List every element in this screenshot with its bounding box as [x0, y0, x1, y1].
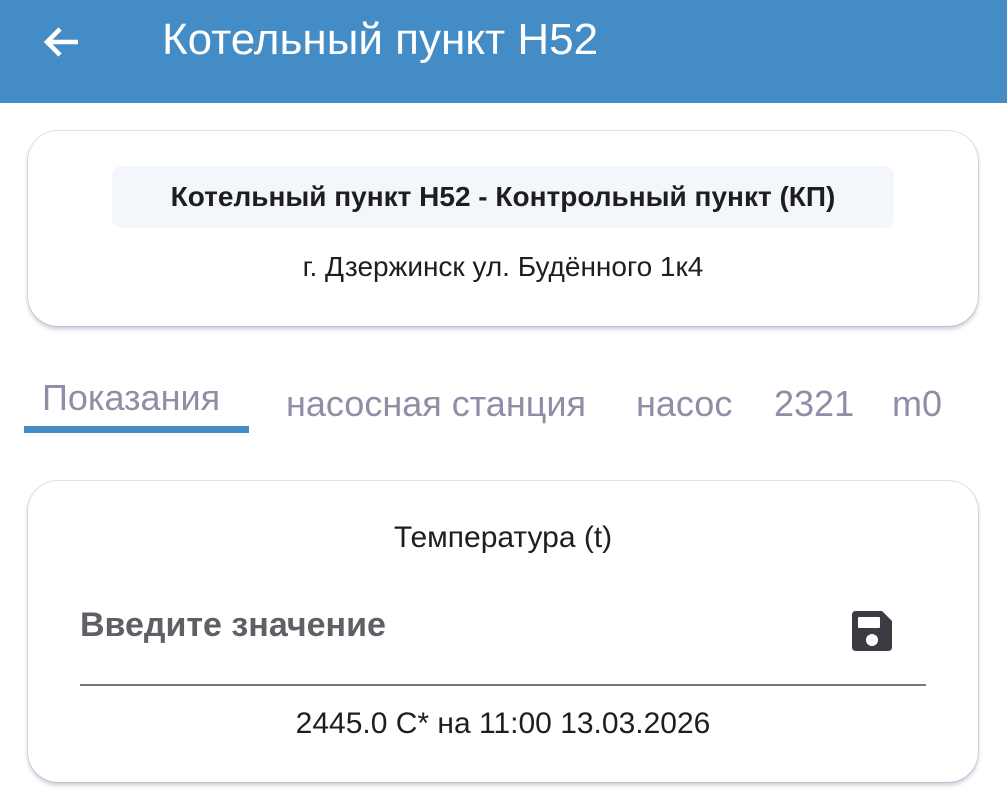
page-title: Котельный пункт Н52 [162, 15, 599, 64]
last-reading: 2445.0 С* на 11:00 13.03.2026 [295, 707, 711, 740]
tab-m0[interactable]: m0 [892, 378, 942, 430]
reading-card: Температура (t) 2445.0 С* на 11:00 13.03… [28, 481, 978, 782]
active-tab-indicator [24, 426, 249, 433]
arrow-left-icon [43, 27, 78, 57]
tab-readings[interactable]: Показания [42, 372, 220, 424]
tab-pump-station[interactable]: насосная станция [286, 378, 586, 430]
station-name: Котельный пункт Н52 - Контрольный пункт … [112, 166, 894, 228]
save-button[interactable] [848, 607, 896, 655]
app-bar: Котельный пункт Н52 [0, 0, 1007, 103]
tab-2321[interactable]: 2321 [774, 378, 854, 430]
back-button[interactable] [38, 18, 86, 66]
save-icon [852, 611, 892, 651]
input-underline [80, 684, 926, 686]
station-address: г. Дзержинск ул. Будённого 1к4 [302, 251, 704, 282]
station-card: Котельный пункт Н52 - Контрольный пункт … [28, 131, 978, 326]
parameter-title: Температура (t) [393, 521, 613, 554]
value-input[interactable] [80, 593, 820, 657]
tab-pump[interactable]: насос [636, 378, 732, 430]
